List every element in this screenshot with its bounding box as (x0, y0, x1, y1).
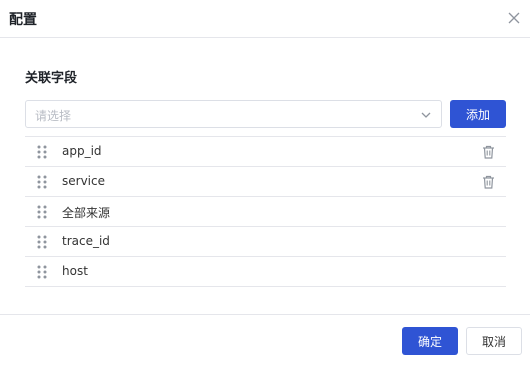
field-row[interactable]: host (25, 257, 506, 287)
field-label: host (62, 264, 88, 278)
dialog-title: 配置 (9, 12, 37, 28)
field-row[interactable]: 全部来源 (25, 197, 506, 227)
close-icon[interactable] (506, 10, 522, 26)
drag-handle-icon[interactable] (37, 265, 47, 279)
field-row[interactable]: service (25, 167, 506, 197)
drag-handle-icon[interactable] (37, 205, 47, 219)
chevron-down-icon (421, 112, 431, 118)
trash-icon[interactable] (482, 175, 495, 189)
field-row[interactable]: app_id (25, 137, 506, 167)
field-select[interactable]: 请选择 (25, 100, 442, 128)
drag-handle-icon[interactable] (37, 235, 47, 249)
drag-handle-icon[interactable] (37, 145, 47, 159)
dialog-header: 配置 (0, 0, 530, 38)
add-button[interactable]: 添加 (450, 100, 506, 128)
drag-handle-icon[interactable] (37, 175, 47, 189)
field-row[interactable]: trace_id (25, 227, 506, 257)
config-dialog: 配置 关联字段 请选择 添加 app_idservice 全部来源 trace_id… (0, 0, 530, 365)
field-label: 全部来源 (62, 206, 111, 220)
trash-icon[interactable] (482, 145, 495, 159)
field-label: app_id (62, 144, 102, 158)
field-list: app_idservice 全部来源 trace_idhost (25, 136, 506, 287)
confirm-button[interactable]: 确定 (402, 327, 458, 355)
field-label: service (62, 174, 105, 188)
section-label: 关联字段 (25, 71, 78, 86)
field-label: trace_id (62, 234, 110, 248)
select-placeholder: 请选择 (35, 109, 72, 123)
cancel-button[interactable]: 取消 (466, 327, 522, 355)
